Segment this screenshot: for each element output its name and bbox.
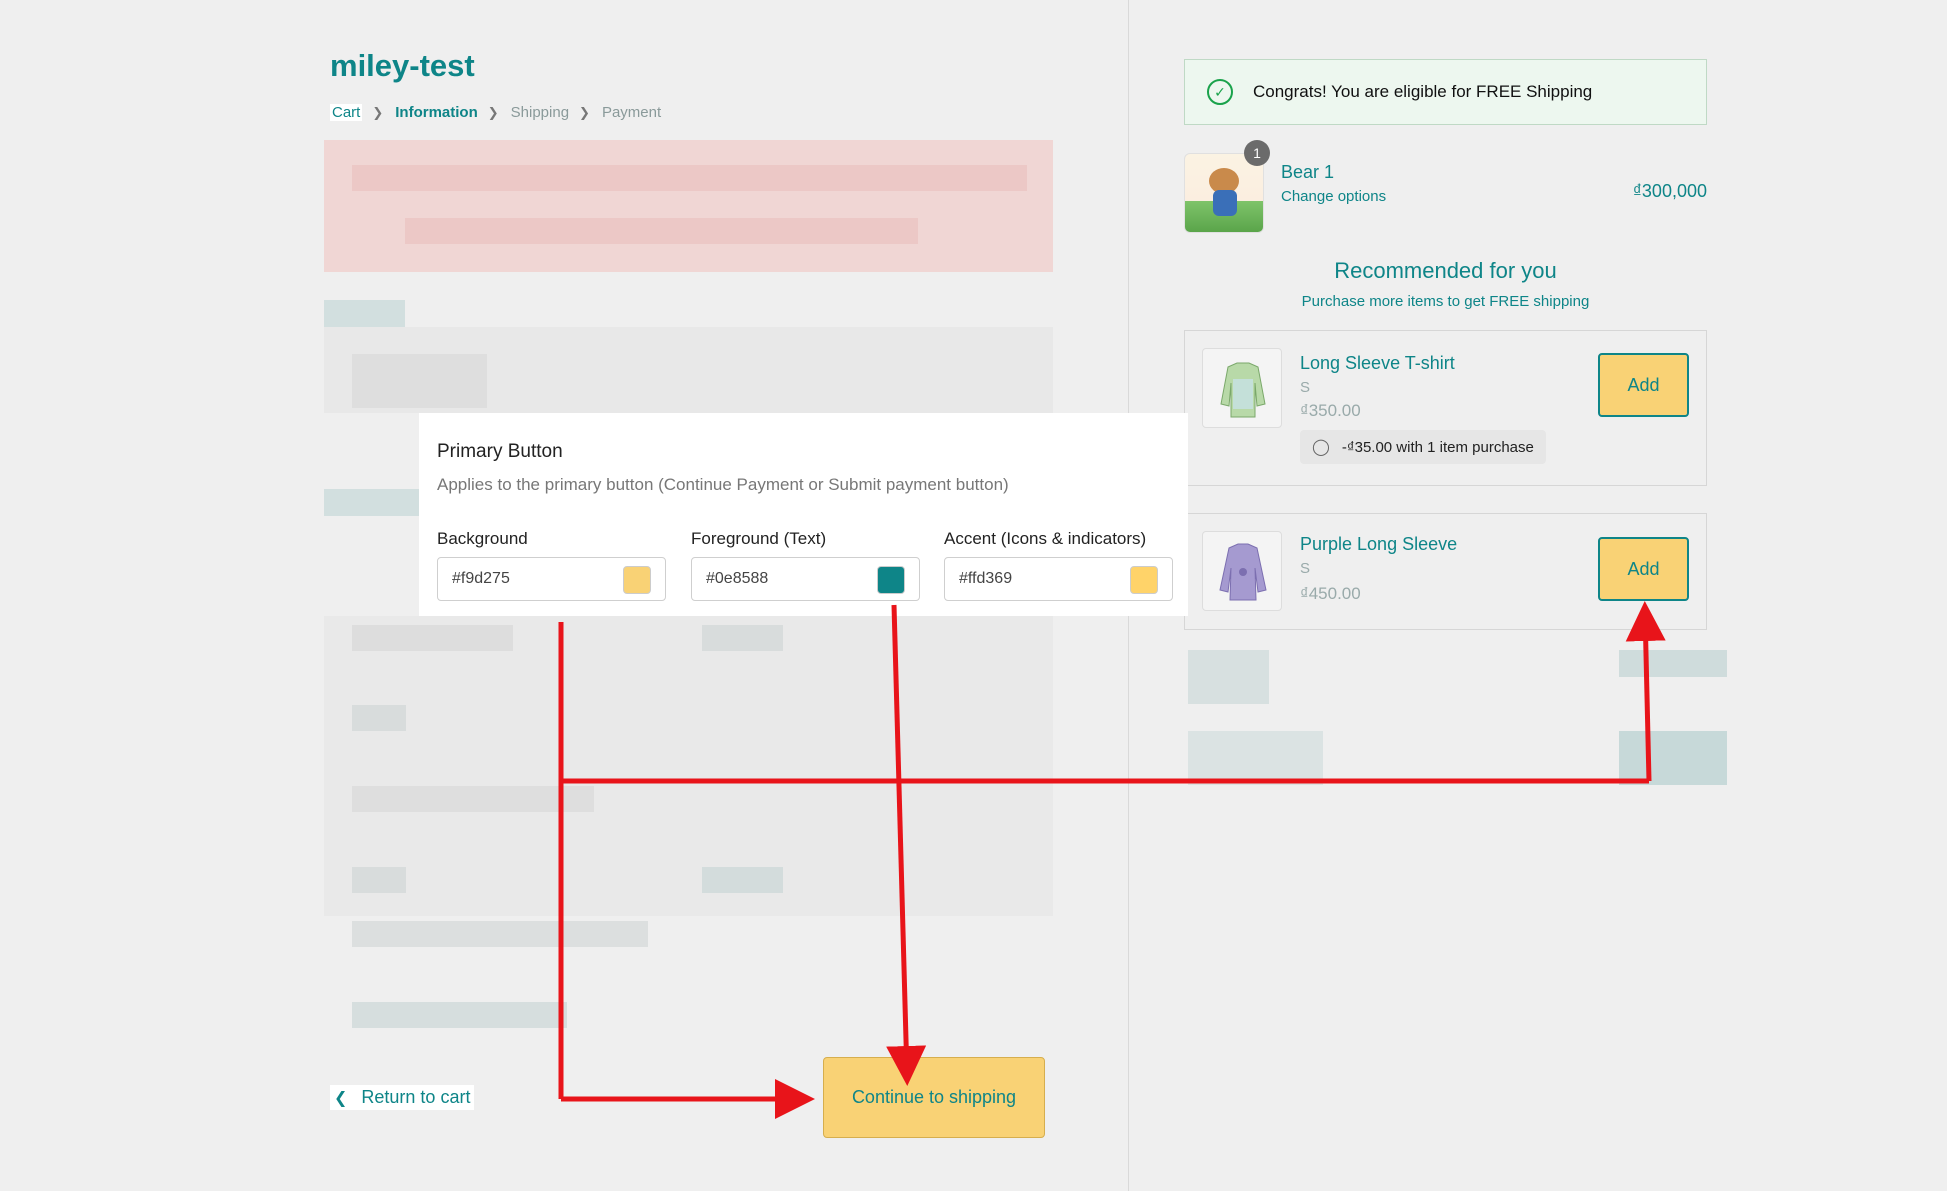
foreground-color-swatch[interactable] [877, 566, 905, 594]
accent-color-field: Accent (Icons & indicators) #ffd369 [944, 529, 1173, 601]
recommended-item-variant: S [1300, 560, 1311, 577]
cart-item-price: ₫300,000 [1632, 181, 1707, 201]
redacted-field [324, 616, 1053, 916]
primary-button-settings-popup: Primary Button Applies to the primary bu… [419, 413, 1188, 616]
order-summary: ✓ Congrats! You are eligible for FREE Sh… [1129, 0, 1947, 1191]
price-tag-icon: ◯ [1312, 439, 1330, 456]
redacted-field-text [352, 705, 406, 731]
change-options-link[interactable]: Change options [1281, 188, 1386, 205]
free-shipping-banner: ✓ Congrats! You are eligible for FREE Sh… [1184, 59, 1707, 125]
recommended-item: Purple Long Sleeve S ₫450.00 Add [1184, 513, 1707, 630]
redacted-heading [324, 300, 405, 327]
redacted-field-text [352, 625, 513, 651]
recommended-item: Long Sleeve T-shirt S ₫350.00 ◯ -₫35.00 … [1184, 330, 1707, 486]
popup-subtitle: Applies to the primary button (Continue … [437, 475, 1009, 494]
foreground-color-field: Foreground (Text) #0e8588 [691, 529, 920, 601]
redacted-banner [324, 140, 1053, 272]
recommended-item-price: ₫350.00 [1300, 401, 1361, 420]
background-color-field: Background #f9d275 [437, 529, 666, 601]
quantity-badge: 1 [1244, 140, 1270, 166]
redacted-field-text [352, 786, 594, 812]
recommended-item-name[interactable]: Purple Long Sleeve [1300, 534, 1457, 555]
redacted-total-value [1619, 731, 1727, 785]
accent-label: Accent (Icons & indicators) [944, 529, 1147, 548]
add-button[interactable]: Add [1598, 353, 1689, 417]
recommended-item-name[interactable]: Long Sleeve T-shirt [1300, 353, 1455, 374]
redacted-field-text [352, 921, 648, 947]
redacted-field-text [702, 867, 783, 893]
breadcrumb-cart[interactable]: Cart [330, 104, 363, 121]
chevron-right-icon: ❯ [579, 104, 590, 120]
redacted-field-text [702, 625, 783, 651]
chevron-right-icon: ❯ [487, 104, 499, 120]
redacted-banner-line [405, 218, 918, 244]
accent-color-swatch[interactable] [1130, 566, 1158, 594]
foreground-hex-value: #0e8588 [706, 570, 769, 587]
foreground-color-input[interactable]: #0e8588 [691, 557, 920, 601]
background-label: Background [437, 529, 528, 548]
breadcrumb-information: Information [395, 104, 478, 121]
check-circle-icon: ✓ [1207, 79, 1233, 105]
accent-hex-value: #ffd369 [959, 570, 1013, 587]
return-to-cart-label: Return to cart [361, 1087, 471, 1107]
recommended-item-price: ₫450.00 [1300, 584, 1361, 603]
add-button[interactable]: Add [1598, 537, 1689, 601]
chevron-right-icon: ❯ [372, 104, 384, 120]
breadcrumb-payment: Payment [601, 104, 662, 121]
redacted-subtotal-value [1619, 650, 1727, 677]
recommended-title: Recommended for you [1334, 258, 1557, 283]
redacted-heading [324, 489, 419, 516]
recommended-item-variant: S [1300, 379, 1311, 396]
redacted-field-text [352, 354, 487, 408]
purple-long-sleeve-image [1202, 531, 1282, 611]
redacted-subtotal-label [1188, 650, 1269, 704]
bear-body-shape [1213, 190, 1237, 216]
breadcrumb-shipping: Shipping [510, 104, 570, 121]
continue-to-shipping-button[interactable]: Continue to shipping [823, 1057, 1045, 1138]
free-shipping-text: Congrats! You are eligible for FREE Ship… [1253, 82, 1593, 101]
recommended-subtitle: Purchase more items to get FREE shipping [1301, 293, 1590, 310]
long-sleeve-tshirt-image [1202, 348, 1282, 428]
redacted-total-label [1188, 731, 1323, 785]
chevron-left-icon: ❮ [334, 1089, 348, 1107]
background-color-input[interactable]: #f9d275 [437, 557, 666, 601]
store-title[interactable]: miley-test [330, 48, 475, 84]
breadcrumb: Cart ❯ Information ❯ Shipping ❯ Payment [330, 104, 671, 121]
background-color-swatch[interactable] [623, 566, 651, 594]
accent-color-input[interactable]: #ffd369 [944, 557, 1173, 601]
discount-text: -₫35.00 with 1 item purchase [1341, 438, 1534, 456]
redacted-field-text [352, 1002, 567, 1028]
foreground-label: Foreground (Text) [691, 529, 827, 548]
popup-title: Primary Button [437, 441, 563, 462]
cart-line-item: 1 Bear 1 Change options ₫300,000 [1184, 140, 1707, 235]
background-hex-value: #f9d275 [452, 570, 510, 587]
redacted-banner-line [352, 165, 1027, 191]
cart-item-name: Bear 1 [1281, 162, 1335, 182]
return-to-cart-link[interactable]: ❮ Return to cart [330, 1085, 475, 1110]
redacted-field-text [352, 867, 406, 893]
discount-badge: ◯ -₫35.00 with 1 item purchase [1300, 430, 1546, 464]
